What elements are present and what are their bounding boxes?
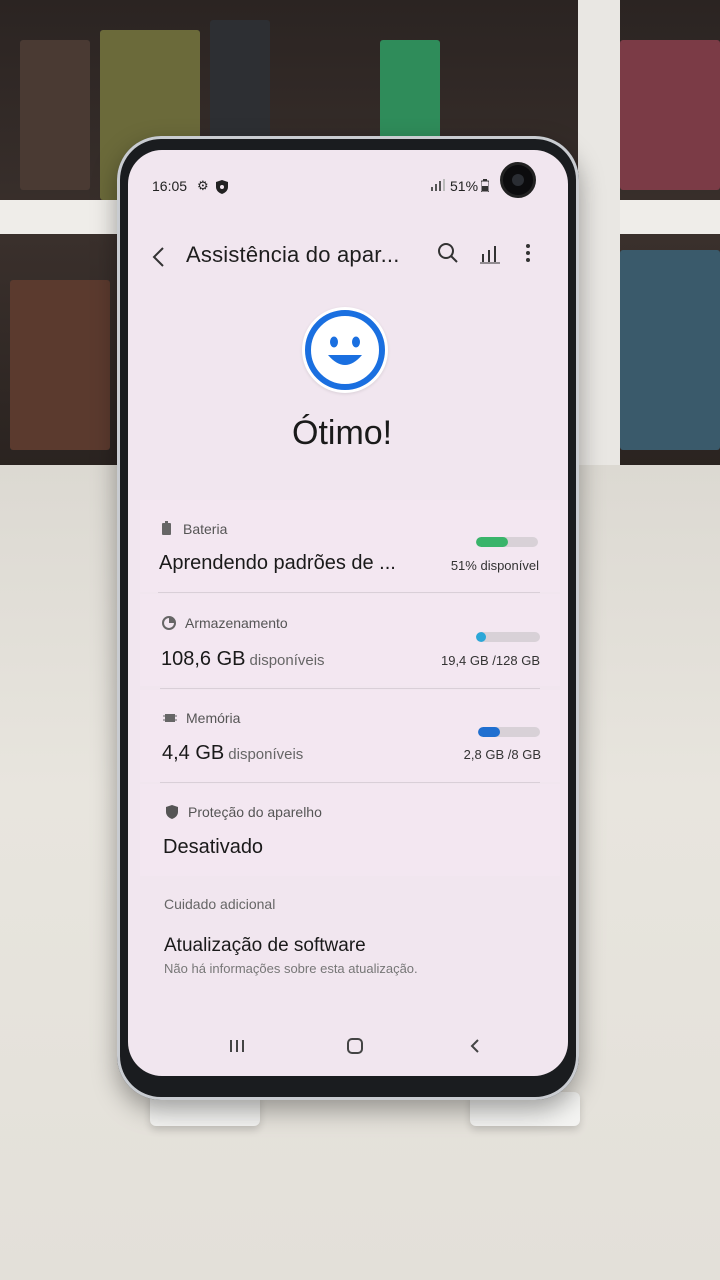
software-update-subtitle: Não há informações sobre esta atualizaçã… [164,961,418,976]
storage-progress-bar [476,632,540,642]
background-book [10,280,110,450]
protection-label: Proteção do aparelho [188,804,322,820]
shelf-board [0,200,130,234]
signal-icon [431,178,445,196]
memory-value-group: 4,4 GB disponíveis [162,742,303,765]
storage-value: 108,6 GB [161,648,246,670]
storage-value-group: 108,6 GB disponíveis [161,648,325,671]
protection-card[interactable] [140,784,560,876]
memory-progress-fill [478,727,500,737]
battery-progress-bar [476,537,538,547]
storage-unit: disponíveis [249,652,325,669]
back-arrow-icon[interactable] [150,246,168,273]
front-camera [500,162,536,198]
battery-percent: 51% [450,178,479,194]
memory-usage: 2,8 GB /8 GB [463,747,541,762]
background-book [380,40,440,140]
shelf-board [610,200,720,234]
background-book [20,40,90,190]
shield-status-icon [216,180,228,199]
battery-progress-fill [476,537,508,547]
home-icon[interactable] [346,1038,364,1059]
software-update-title[interactable]: Atualização de software [164,935,366,957]
battery-value: Aprendendo padrões de ... [159,552,396,574]
more-vertical-icon[interactable] [524,242,532,269]
divider [158,592,540,593]
back-icon[interactable] [468,1038,482,1059]
gear-icon: ⚙ [197,178,209,193]
section-title: Cuidado adicional [164,896,276,912]
memory-progress-bar [478,727,540,737]
divider [160,688,540,689]
recents-icon[interactable] [228,1038,246,1059]
battery-icon [480,179,490,197]
memory-label: Memória [186,710,241,726]
storage-usage: 19,4 GB /128 GB [440,653,540,668]
status-time: 16:05 [152,178,188,194]
background-book [620,250,720,450]
storage-label: Armazenamento [185,615,288,631]
battery-small-icon [162,521,171,540]
smiley-face-icon [302,307,388,393]
divider [160,782,540,783]
device-status-text: Ótimo! [292,414,393,452]
pie-storage-icon [162,616,176,635]
memory-chip-icon [163,711,177,730]
memory-unit: disponíveis [228,746,304,763]
memory-value: 4,4 GB [162,742,225,764]
storage-progress-fill [476,632,486,642]
bar-chart-icon[interactable] [480,242,502,269]
battery-label: Bateria [183,521,228,537]
search-icon[interactable] [437,242,459,269]
page-title: Assistência do apar... [186,242,400,267]
shield-icon [166,805,178,824]
protection-value: Desativado [163,836,264,858]
shelf-post [578,0,620,480]
background-book [620,40,720,190]
battery-available: 51% disponível [450,558,539,573]
